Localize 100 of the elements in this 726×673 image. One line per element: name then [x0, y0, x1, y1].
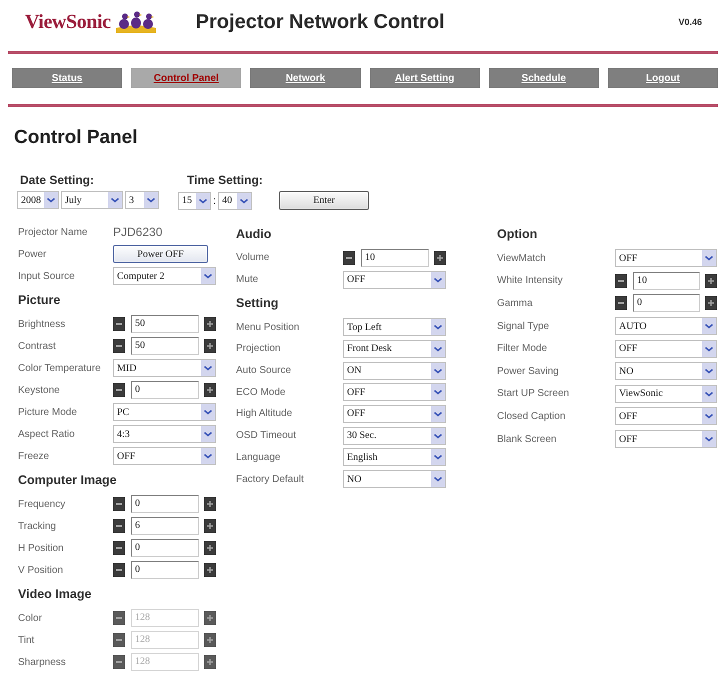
app-title: Projector Network Control — [196, 10, 445, 34]
field-label: Brightness — [18, 318, 66, 330]
dropdown[interactable]: PC — [113, 403, 216, 421]
dropdown[interactable]: Computer 2 — [113, 267, 216, 285]
number-field[interactable]: 0 — [131, 561, 199, 579]
dropdown[interactable]: OFF — [343, 270, 446, 289]
chevron-icon — [44, 192, 58, 208]
field-label: Projection — [236, 343, 280, 354]
number-field[interactable]: 0 — [131, 539, 199, 557]
dropdown[interactable]: 15 — [178, 192, 211, 210]
plus-icon — [207, 343, 213, 349]
dropdown[interactable]: OFF — [615, 430, 717, 448]
field-label: OSD Timeout — [236, 430, 296, 442]
enter-button[interactable]: Enter — [279, 191, 370, 210]
date-setting-label: Date Setting: — [20, 173, 94, 187]
field-label: Signal Type — [497, 320, 550, 332]
nav-tab[interactable]: Network — [250, 68, 361, 88]
nav-tab[interactable]: Control Panel — [131, 68, 242, 88]
number-field[interactable]: 10 — [361, 248, 429, 267]
chevron-icon — [702, 340, 716, 357]
dropdown[interactable]: OFF — [343, 383, 446, 402]
field-label: Frequency — [18, 498, 66, 510]
field-label: Closed Caption — [497, 410, 566, 422]
dropdown[interactable]: OFF — [615, 249, 717, 268]
minus-icon — [618, 280, 624, 282]
number-field[interactable]: 50 — [131, 337, 199, 355]
section-heading: Setting — [236, 295, 280, 312]
chevron-icon — [431, 471, 445, 488]
birds-icon — [116, 11, 156, 33]
dropdown[interactable]: AUTO — [615, 317, 717, 336]
increase-button[interactable] — [434, 250, 446, 265]
field-label: Keystone — [18, 384, 60, 396]
page-heading: Control Panel — [14, 127, 138, 149]
chevron-icon — [237, 192, 252, 208]
field-label: Power — [18, 248, 46, 260]
field-label: Gamma — [497, 298, 533, 309]
dropdown[interactable]: July — [61, 191, 123, 209]
plus-icon — [207, 615, 213, 621]
decrease-button[interactable] — [615, 274, 627, 288]
chevron-icon — [431, 272, 445, 288]
dropdown[interactable]: ON — [343, 362, 446, 380]
minus-icon — [116, 661, 122, 663]
field-label: Color — [18, 612, 42, 624]
dropdown[interactable]: 40 — [218, 192, 252, 210]
version-label: V0.46 — [678, 17, 702, 27]
increase-button[interactable] — [705, 274, 717, 288]
field-label: Contrast — [18, 340, 56, 352]
dropdown[interactable]: English — [343, 448, 446, 466]
chevron-icon — [108, 192, 122, 208]
field-label: Mute — [236, 274, 258, 286]
dropdown[interactable]: MID — [113, 359, 216, 377]
dropdown[interactable]: 4:3 — [113, 425, 216, 443]
plus-icon — [207, 567, 213, 573]
chevron-icon — [431, 340, 445, 357]
chevron-icon — [431, 384, 445, 400]
nav-tab[interactable]: Schedule — [488, 68, 599, 88]
nav-tab[interactable]: Alert Setting — [370, 68, 480, 88]
plus-icon — [207, 321, 213, 327]
dropdown[interactable]: Front Desk — [343, 340, 446, 358]
increase-button[interactable] — [705, 296, 717, 310]
dropdown[interactable]: 2008 — [17, 191, 59, 209]
minus-icon — [116, 503, 122, 505]
chevron-icon — [201, 426, 215, 442]
dropdown[interactable]: OFF — [615, 340, 717, 358]
minus-icon — [116, 345, 122, 347]
dropdown[interactable]: NO — [615, 362, 717, 380]
plus-icon — [207, 637, 213, 643]
number-field[interactable]: 0 — [633, 294, 700, 312]
number-field[interactable]: 10 — [633, 272, 700, 290]
section-heading: Audio — [236, 226, 272, 243]
power-button[interactable]: Power OFF — [113, 245, 208, 263]
dropdown[interactable]: 3 — [125, 191, 159, 209]
dropdown[interactable]: NO — [343, 470, 446, 488]
dropdown[interactable]: OFF — [343, 404, 446, 423]
minus-icon — [116, 617, 122, 619]
decrease-button[interactable] — [343, 250, 355, 265]
number-field[interactable]: 0 — [131, 495, 199, 513]
nav-tab[interactable]: Status — [12, 68, 122, 88]
nav-tab[interactable]: Logout — [608, 68, 718, 88]
field-label: High Altitude — [236, 408, 292, 420]
dropdown[interactable]: OFF — [113, 447, 216, 465]
projector-name-value: PJD6230 — [113, 225, 162, 239]
dropdown[interactable]: OFF — [615, 407, 717, 426]
field-label: Menu Position — [236, 322, 300, 333]
dropdown[interactable]: ViewSonic — [615, 384, 717, 403]
section-heading: Video Image — [18, 586, 92, 603]
plus-icon — [708, 300, 714, 306]
chevron-icon — [431, 428, 445, 444]
chevron-icon — [702, 363, 716, 380]
number-field[interactable]: 0 — [131, 381, 199, 399]
decrease-button[interactable] — [615, 296, 627, 310]
number-field[interactable]: 50 — [131, 315, 199, 333]
field-label: V Position — [18, 564, 64, 576]
number-field[interactable]: 6 — [131, 517, 199, 535]
field-label: Aspect Ratio — [18, 428, 75, 440]
plus-icon — [207, 659, 213, 665]
dropdown[interactable]: 30 Sec. — [343, 426, 446, 445]
dropdown[interactable]: Top Left — [343, 318, 446, 336]
field-label: White Intensity — [497, 275, 563, 286]
time-setting-label: Time Setting: — [187, 173, 263, 187]
